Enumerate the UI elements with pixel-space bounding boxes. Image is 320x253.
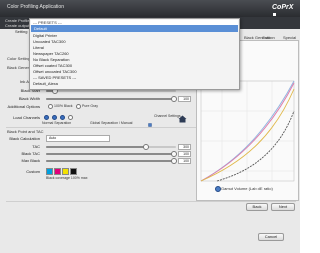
black-point-label: Black Point and TAC bbox=[7, 129, 44, 134]
max-black-slider[interactable] bbox=[46, 158, 177, 164]
global-separation-label: Global Separation / Manual bbox=[90, 121, 133, 125]
channel-settings-button[interactable]: Channel Settings bbox=[154, 114, 181, 118]
additional-options-label: Additional Options bbox=[7, 104, 40, 109]
preset-item[interactable]: Default_Alexa bbox=[33, 81, 58, 86]
preset-item[interactable]: Digital Printer bbox=[33, 33, 57, 38]
black-width-slider[interactable] bbox=[46, 96, 177, 102]
channel-yellow[interactable] bbox=[60, 115, 65, 120]
option-pure-gray-radio[interactable] bbox=[76, 104, 81, 109]
option-pure-gray-label: Pure Gray bbox=[82, 104, 98, 108]
channel-settings-icon bbox=[148, 114, 152, 127]
dropdown-selected-label: Default bbox=[34, 26, 47, 31]
home-icon[interactable] bbox=[178, 110, 187, 123]
black-tac-knob[interactable] bbox=[171, 151, 177, 157]
preset-item[interactable]: Offset coated TAC300 bbox=[33, 63, 72, 68]
black-tac-value[interactable]: 100 bbox=[178, 151, 191, 157]
yellow-swatch[interactable] bbox=[62, 168, 69, 175]
normal-separation-label: Normal Separation bbox=[42, 121, 72, 125]
next-button[interactable]: Next bbox=[271, 203, 295, 211]
tac-value[interactable]: 300 bbox=[178, 144, 191, 150]
logo-text: CoPrX bbox=[272, 4, 294, 11]
title-bar: Color Profiling Application CoPrX bbox=[0, 0, 300, 17]
magenta-swatch[interactable] bbox=[54, 168, 61, 175]
preset-item[interactable]: Uncoated TAC300 bbox=[33, 39, 66, 44]
tac-label: TAC bbox=[32, 144, 40, 149]
load-channels-label: Load Channels bbox=[13, 115, 40, 120]
black-width-label: Black Width bbox=[18, 96, 40, 101]
max-black-label: Max Black bbox=[21, 158, 40, 163]
preset-item[interactable]: Offset uncoated TAC300 bbox=[33, 69, 77, 74]
channel-magenta[interactable] bbox=[52, 115, 57, 120]
preset-item[interactable]: Newspaper TAC260 bbox=[33, 51, 69, 56]
custom-note: Black coverage 100% max bbox=[46, 176, 88, 180]
tac-slider[interactable] bbox=[46, 144, 176, 150]
brand-logo: CoPrX bbox=[272, 4, 294, 16]
black-calculation-label: Black Calculation bbox=[9, 136, 40, 141]
black-swatch[interactable] bbox=[70, 168, 77, 175]
option-100-black-radio[interactable] bbox=[48, 104, 53, 109]
max-black-knob[interactable] bbox=[171, 158, 177, 164]
black-tac-slider[interactable] bbox=[46, 151, 177, 157]
application-window: Color Profiling Application CoPrX Create… bbox=[0, 0, 300, 253]
preset-item[interactable]: Literal bbox=[33, 45, 44, 50]
preset-item[interactable]: No Black Separation bbox=[33, 57, 69, 62]
black-width-value[interactable]: 100 bbox=[178, 96, 191, 102]
gamut-legend-label: Gamut Volume (Lab dE ratio) bbox=[221, 186, 273, 191]
window-title: Color Profiling Application bbox=[7, 4, 64, 10]
max-black-value[interactable]: 100 bbox=[178, 158, 191, 164]
yellow-curve bbox=[200, 88, 295, 182]
magenta-curve bbox=[200, 82, 295, 182]
dropdown-selected-item[interactable]: Default bbox=[31, 25, 238, 32]
black-start-slider[interactable] bbox=[46, 88, 176, 94]
preset-dropdown[interactable]: --- PRESETS --- Default Digital Printer … bbox=[29, 18, 240, 90]
channel-black[interactable] bbox=[68, 115, 73, 120]
black-tac-label: Black TAC bbox=[21, 151, 40, 156]
cyan-swatch[interactable] bbox=[46, 168, 53, 175]
back-button[interactable]: Back bbox=[246, 203, 268, 211]
setting-label: Setting bbox=[15, 29, 28, 34]
black-width-knob[interactable] bbox=[171, 96, 177, 102]
black-calculation-select[interactable]: Auto bbox=[46, 135, 110, 142]
preset-group-header: --- SAVED PRESETS --- bbox=[33, 75, 77, 80]
channel-cyan[interactable] bbox=[44, 115, 49, 120]
tac-knob[interactable] bbox=[143, 144, 149, 150]
option-100-black-label: 100% Black bbox=[54, 104, 73, 108]
cyan-curve bbox=[200, 80, 295, 182]
cancel-button[interactable]: Cancel bbox=[258, 233, 284, 241]
custom-label: Custom bbox=[26, 169, 40, 174]
